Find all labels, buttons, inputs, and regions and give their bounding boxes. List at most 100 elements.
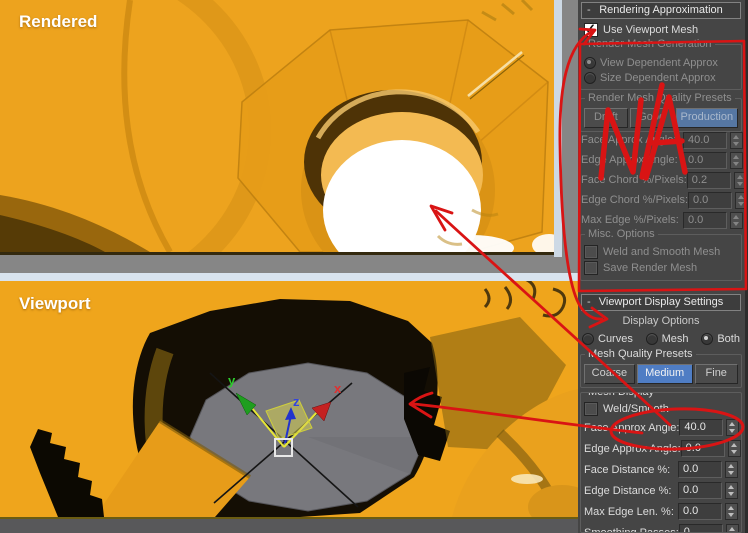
radio-label: Both	[717, 332, 740, 345]
use-viewport-mesh-row: Use Viewport Mesh	[584, 21, 699, 38]
checkbox-label: Weld and Smooth Mesh	[603, 246, 721, 258]
checkbox-label: Weld/Smooth	[603, 403, 669, 415]
rendered-illustration	[0, 0, 554, 252]
view-dependent-approx-radio[interactable]	[584, 56, 596, 69]
field-row: Max Edge Len. %: 0.0	[584, 501, 738, 522]
gizmo-y-label: y	[228, 373, 236, 388]
field-label: Edge Approx Angle:	[581, 154, 678, 166]
save-render-mesh-checkbox[interactable]	[584, 261, 598, 275]
rendered-image	[0, 0, 554, 255]
radio-row: Size Dependent Approx	[584, 70, 738, 85]
edge-chord-field[interactable]: 0.0	[688, 191, 732, 209]
field-label: Edge Chord %/Pixels:	[581, 194, 688, 206]
max-edge-len-field[interactable]: 0.0	[678, 503, 722, 520]
radio-label: Size Dependent Approx	[600, 71, 716, 84]
good-button[interactable]: Good	[629, 108, 674, 128]
window-bottom-bar	[0, 517, 578, 533]
field-label: Max Edge %/Pixels:	[581, 214, 679, 226]
field-label: Edge Distance %:	[584, 484, 672, 497]
group-title: Misc. Options	[585, 228, 658, 240]
display-options-radios: Curves Mesh Both	[582, 331, 740, 346]
use-viewport-mesh-label: Use Viewport Mesh	[603, 24, 699, 36]
field-row: Face Approx Angle: 40.0	[581, 130, 743, 150]
rollout-title: Viewport Display Settings	[598, 296, 724, 308]
smoothing-passes-field[interactable]: 0	[678, 524, 723, 532]
misc-options-group: Misc. Options Weld and Smooth Mesh Save …	[580, 228, 742, 281]
draft-button[interactable]: Draft	[584, 108, 628, 128]
field-label: Max Edge Len. %:	[584, 505, 674, 518]
command-panel: - Rendering Approximation Use Viewport M…	[578, 0, 748, 533]
spinner[interactable]	[726, 419, 740, 436]
rendered-caption: Rendered	[19, 12, 98, 31]
window-border-vertical	[554, 0, 562, 257]
field-row: Face Distance %: 0.0	[584, 459, 738, 480]
weld-smooth-checkbox[interactable]	[584, 402, 598, 416]
radio-label: Curves	[598, 332, 633, 345]
collapse-icon: -	[587, 296, 591, 308]
both-radio[interactable]	[701, 332, 714, 345]
viewport-caption: Viewport	[19, 294, 91, 313]
face-approx-angle-field[interactable]: 40.0	[679, 419, 724, 436]
radio-row: View Dependent Approx	[584, 55, 738, 70]
screenshot-root: y x z Rendered Viewport - Rendering Appr…	[0, 0, 748, 533]
viewport-illustration: y x z	[0, 281, 578, 517]
spinner[interactable]	[725, 461, 738, 478]
rollout-header-viewport-display-settings[interactable]: - Viewport Display Settings	[581, 294, 741, 311]
use-viewport-mesh-checkbox[interactable]	[584, 21, 598, 37]
spinner[interactable]	[725, 503, 738, 520]
field-label: Face Distance %:	[584, 463, 671, 476]
checkbox-row: Weld and Smooth Mesh	[584, 244, 738, 260]
group-title: Mesh Display	[585, 393, 658, 398]
collapse-icon: -	[587, 4, 591, 16]
group-title: Render Mesh Generation	[585, 38, 715, 50]
radio-item: Curves	[582, 332, 633, 345]
mesh-display-group: Mesh Display Weld/Smooth Face Approx Ang…	[580, 392, 742, 533]
field-row: Face Approx Angle: 40.0	[584, 417, 740, 438]
spinner[interactable]	[727, 440, 741, 457]
edge-approx-angle-field[interactable]: 0.0	[680, 440, 725, 457]
group-title: Mesh Quality Presets	[585, 348, 696, 360]
gizmo-z-label: z	[293, 394, 300, 409]
field-row: Edge Approx Angle: 0.0	[581, 150, 743, 170]
spinner[interactable]	[725, 524, 739, 532]
curves-radio[interactable]	[582, 332, 594, 345]
rollout-title: Rendering Approximation	[599, 4, 723, 16]
field-row: Smoothing Passes: 0	[584, 522, 739, 533]
edge-distance-field[interactable]: 0.0	[678, 482, 722, 499]
radio-label: View Dependent Approx	[600, 56, 718, 69]
face-approx-angle-field[interactable]: 40.0	[683, 131, 727, 149]
window-border-horizontal	[0, 273, 578, 281]
medium-button[interactable]: Medium	[636, 364, 693, 384]
group-title: Render Mesh Quality Presets	[585, 92, 735, 104]
field-row: Face Chord %/Pixels: 0.2	[581, 170, 747, 190]
face-chord-field[interactable]: 0.2	[686, 171, 731, 189]
preset-buttons: Coarse Medium Fine	[583, 364, 739, 384]
field-label: Edge Approx Angle:	[584, 442, 681, 455]
gizmo-x-label: x	[334, 381, 342, 396]
coarse-button[interactable]: Coarse	[584, 364, 635, 384]
size-dependent-approx-radio[interactable]	[584, 71, 596, 84]
field-row: Edge Distance %: 0.0	[584, 480, 738, 501]
mesh-radio[interactable]	[645, 332, 658, 345]
spinner[interactable]	[730, 131, 743, 149]
radio-label: Mesh	[661, 332, 689, 345]
checkbox-label: Save Render Mesh	[603, 262, 698, 274]
edge-approx-angle-field[interactable]: 0.0	[683, 151, 727, 169]
face-distance-field[interactable]: 0.0	[678, 461, 722, 478]
spinner[interactable]	[730, 151, 743, 169]
weld-and-smooth-mesh-checkbox[interactable]	[584, 245, 598, 259]
render-mesh-quality-presets-group: Render Mesh Quality Presets Draft Good P…	[580, 92, 742, 132]
rollout-header-rendering-approximation[interactable]: - Rendering Approximation	[581, 2, 741, 19]
field-label: Smoothing Passes:	[584, 526, 679, 533]
render-approx-fields: Face Approx Angle: 40.0 Edge Approx Angl…	[581, 130, 748, 230]
spinner[interactable]	[725, 482, 738, 499]
viewport-image: y x z	[0, 281, 578, 517]
preset-buttons: Draft Good Production	[583, 108, 739, 128]
checkbox-row: Weld/Smooth	[584, 401, 738, 417]
production-button[interactable]: Production	[675, 108, 739, 128]
fine-button[interactable]: Fine	[694, 364, 738, 384]
spinner[interactable]	[730, 211, 743, 229]
field-row: Edge Approx Angle: 0.0	[584, 438, 741, 459]
checkbox-row: Save Render Mesh	[584, 260, 738, 276]
max-edge-field[interactable]: 0.0	[683, 211, 727, 229]
